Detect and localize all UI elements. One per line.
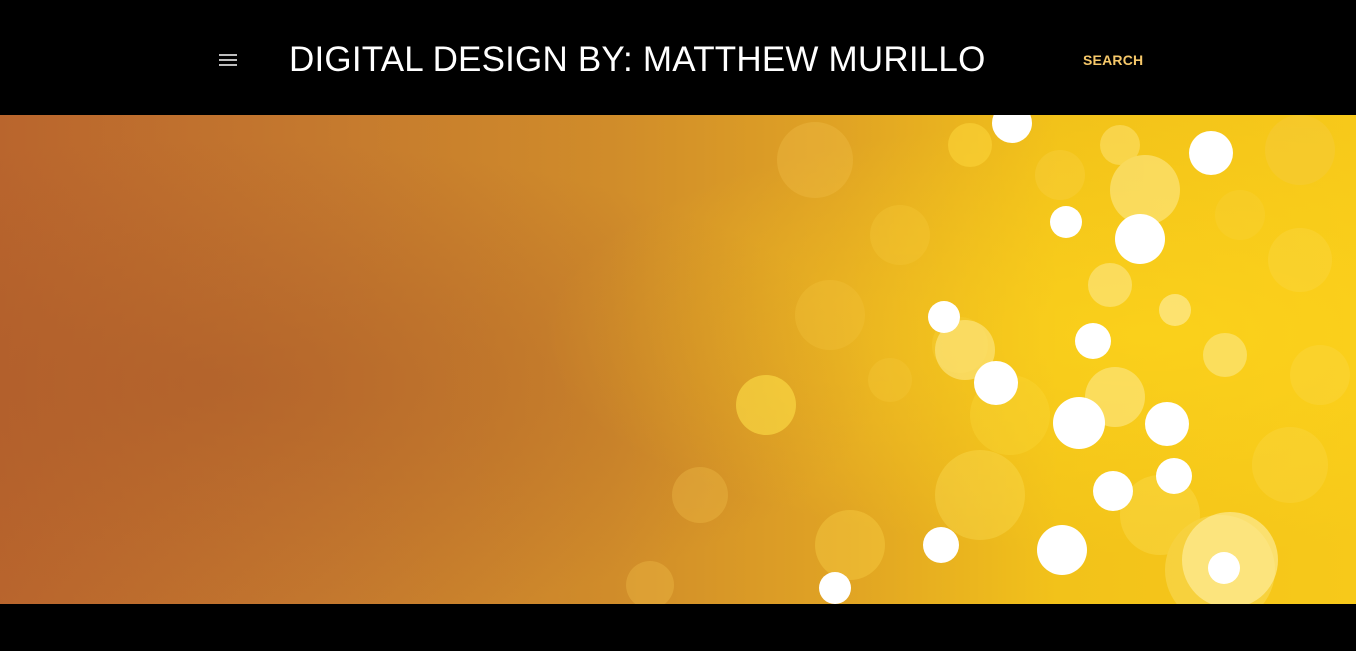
bottom-black-bar	[0, 604, 1356, 651]
bokeh-banner-image	[0, 115, 1356, 604]
search-button[interactable]: SEARCH	[1083, 51, 1143, 69]
site-title-link[interactable]: DIGITAL DESIGN BY: MATTHEW MURILLO	[289, 36, 986, 84]
menu-button[interactable]	[214, 46, 242, 74]
site-header: DIGITAL DESIGN BY: MATTHEW MURILLO SEARC…	[0, 0, 1356, 115]
header-banner-image	[0, 115, 1356, 604]
hamburger-menu-icon	[219, 54, 237, 66]
